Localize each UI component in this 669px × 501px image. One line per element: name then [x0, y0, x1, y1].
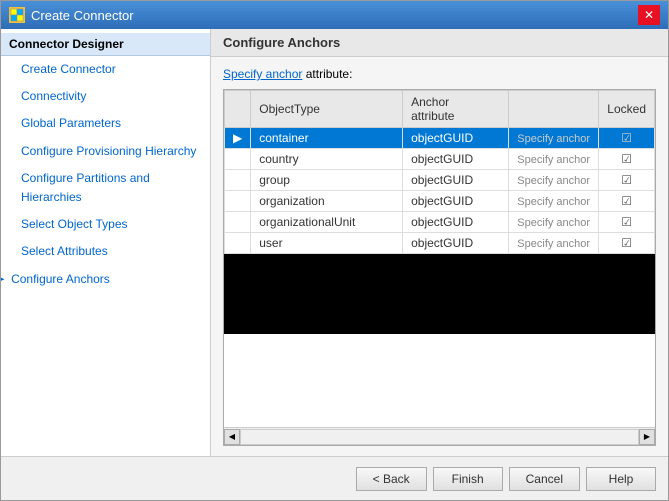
- scroll-right-arrow[interactable]: ▶: [639, 429, 655, 445]
- specify-anchor-suffix: attribute:: [302, 67, 352, 81]
- row-arrow-3: [225, 191, 251, 212]
- row-specify-btn-0[interactable]: Specify anchor: [509, 128, 599, 149]
- title-bar: Create Connector ✕: [1, 1, 668, 29]
- row-anchor-attr-5: objectGUID: [403, 233, 509, 254]
- content-area: Connector Designer Create Connector Conne…: [1, 29, 668, 456]
- row-locked-4: ☑: [599, 212, 655, 233]
- footer: < Back Finish Cancel Help: [1, 456, 668, 500]
- table-row[interactable]: groupobjectGUIDSpecify anchor ☑: [225, 170, 655, 191]
- table-body: ▶containerobjectGUIDSpecify anchor☑count…: [225, 128, 655, 254]
- row-objecttype-2: group: [251, 170, 403, 191]
- cancel-button[interactable]: Cancel: [509, 467, 580, 491]
- col-specify: [509, 91, 599, 128]
- row-locked-3: ☑: [599, 191, 655, 212]
- sidebar-active-arrow: ➤: [1, 270, 5, 289]
- help-button[interactable]: Help: [586, 467, 656, 491]
- table-row[interactable]: organizationalUnitobjectGUIDSpecify anch…: [225, 212, 655, 233]
- table-container: ObjectType Anchorattribute Locked ▶conta…: [223, 89, 656, 446]
- sidebar-item-5[interactable]: Select Object Types: [1, 211, 210, 238]
- specify-anchor-text: Specify anchor attribute:: [223, 67, 656, 81]
- row-anchor-attr-2: objectGUID: [403, 170, 509, 191]
- table-header-row: ObjectType Anchorattribute Locked: [225, 91, 655, 128]
- row-locked-checkbox-4: ☑: [621, 215, 632, 229]
- sidebar-item-label-6: Select Attributes: [21, 242, 108, 261]
- sidebar-item-label-7: Configure Anchors: [11, 270, 110, 289]
- sidebar-item-label-0: Create Connector: [21, 60, 116, 79]
- row-arrow-0: ▶: [225, 128, 251, 149]
- row-specify-btn-5[interactable]: Specify anchor: [509, 233, 599, 254]
- finish-button[interactable]: Finish: [433, 467, 503, 491]
- row-objecttype-5: user: [251, 233, 403, 254]
- title-bar-left: Create Connector: [9, 7, 134, 23]
- sidebar-items: Create Connector Connectivity Global Param…: [1, 56, 210, 293]
- row-locked-1: ☑: [599, 149, 655, 170]
- sidebar-item-3[interactable]: Configure Provisioning Hierarchy: [1, 138, 210, 165]
- sidebar-item-4[interactable]: Configure Partitions and Hierarchies: [1, 165, 210, 211]
- row-locked-checkbox-3: ☑: [621, 194, 632, 208]
- sidebar-item-0[interactable]: Create Connector: [1, 56, 210, 83]
- row-arrow-1: [225, 149, 251, 170]
- sidebar-item-label-1: Connectivity: [21, 87, 86, 106]
- row-specify-btn-1[interactable]: Specify anchor: [509, 149, 599, 170]
- sidebar-item-label-4: Configure Partitions and Hierarchies: [21, 169, 202, 207]
- back-button[interactable]: < Back: [356, 467, 427, 491]
- row-anchor-attr-0: objectGUID: [403, 128, 509, 149]
- black-area: [224, 254, 655, 334]
- main-content: Specify anchor attribute: ObjectType Anc…: [211, 57, 668, 456]
- close-button[interactable]: ✕: [638, 5, 660, 25]
- row-specify-btn-4[interactable]: Specify anchor: [509, 212, 599, 233]
- sidebar-item-label-2: Global Parameters: [21, 114, 121, 133]
- row-objecttype-0: container: [251, 128, 403, 149]
- row-objecttype-1: country: [251, 149, 403, 170]
- window-title: Create Connector: [31, 8, 134, 23]
- row-locked-checkbox-5: ☑: [621, 236, 632, 250]
- horizontal-scrollbar[interactable]: ◀ ▶: [224, 427, 655, 445]
- row-locked-2: ☑: [599, 170, 655, 191]
- sidebar-item-label-3: Configure Provisioning Hierarchy: [21, 142, 196, 161]
- main-panel: Configure Anchors Specify anchor attribu…: [211, 29, 668, 456]
- row-anchor-attr-4: objectGUID: [403, 212, 509, 233]
- sidebar-item-7[interactable]: ➤ Configure Anchors: [1, 266, 210, 293]
- scroll-track[interactable]: [240, 429, 639, 445]
- row-specify-btn-2[interactable]: Specify anchor: [509, 170, 599, 191]
- row-arrow-4: [225, 212, 251, 233]
- table-row[interactable]: ▶containerobjectGUIDSpecify anchor ☑: [225, 128, 655, 149]
- main-window: Create Connector ✕ Connector Designer Cr…: [0, 0, 669, 501]
- row-objecttype-4: organizationalUnit: [251, 212, 403, 233]
- table-row[interactable]: userobjectGUIDSpecify anchor ☑: [225, 233, 655, 254]
- col-objecttype: ObjectType: [251, 91, 403, 128]
- row-locked-5: ☑: [599, 233, 655, 254]
- sidebar-item-2[interactable]: Global Parameters: [1, 110, 210, 137]
- row-objecttype-3: organization: [251, 191, 403, 212]
- specify-anchor-link[interactable]: Specify anchor: [223, 67, 302, 81]
- row-locked-checkbox-1: ☑: [621, 152, 632, 166]
- anchors-table: ObjectType Anchorattribute Locked ▶conta…: [224, 90, 655, 254]
- sidebar-header: Connector Designer: [1, 33, 210, 56]
- sidebar-item-1[interactable]: Connectivity: [1, 83, 210, 110]
- row-locked-0: ☑: [599, 128, 655, 149]
- row-anchor-attr-3: objectGUID: [403, 191, 509, 212]
- col-anchor-attribute: Anchorattribute: [403, 91, 509, 128]
- sidebar-item-label-5: Select Object Types: [21, 215, 128, 234]
- table-row[interactable]: countryobjectGUIDSpecify anchor ☑: [225, 149, 655, 170]
- row-arrow-2: [225, 170, 251, 191]
- row-anchor-attr-1: objectGUID: [403, 149, 509, 170]
- col-locked: Locked: [599, 91, 655, 128]
- main-panel-header: Configure Anchors: [211, 29, 668, 57]
- table-row[interactable]: organizationobjectGUIDSpecify anchor ☑: [225, 191, 655, 212]
- row-arrow-5: [225, 233, 251, 254]
- col-arrow: [225, 91, 251, 128]
- row-locked-checkbox-2: ☑: [621, 173, 632, 187]
- row-specify-btn-3[interactable]: Specify anchor: [509, 191, 599, 212]
- app-icon: [9, 7, 25, 23]
- row-locked-checkbox-0: ☑: [621, 131, 632, 145]
- scroll-left-arrow[interactable]: ◀: [224, 429, 240, 445]
- sidebar-item-6[interactable]: Select Attributes: [1, 238, 210, 265]
- table-wrapper[interactable]: ObjectType Anchorattribute Locked ▶conta…: [224, 90, 655, 427]
- sidebar: Connector Designer Create Connector Conne…: [1, 29, 211, 456]
